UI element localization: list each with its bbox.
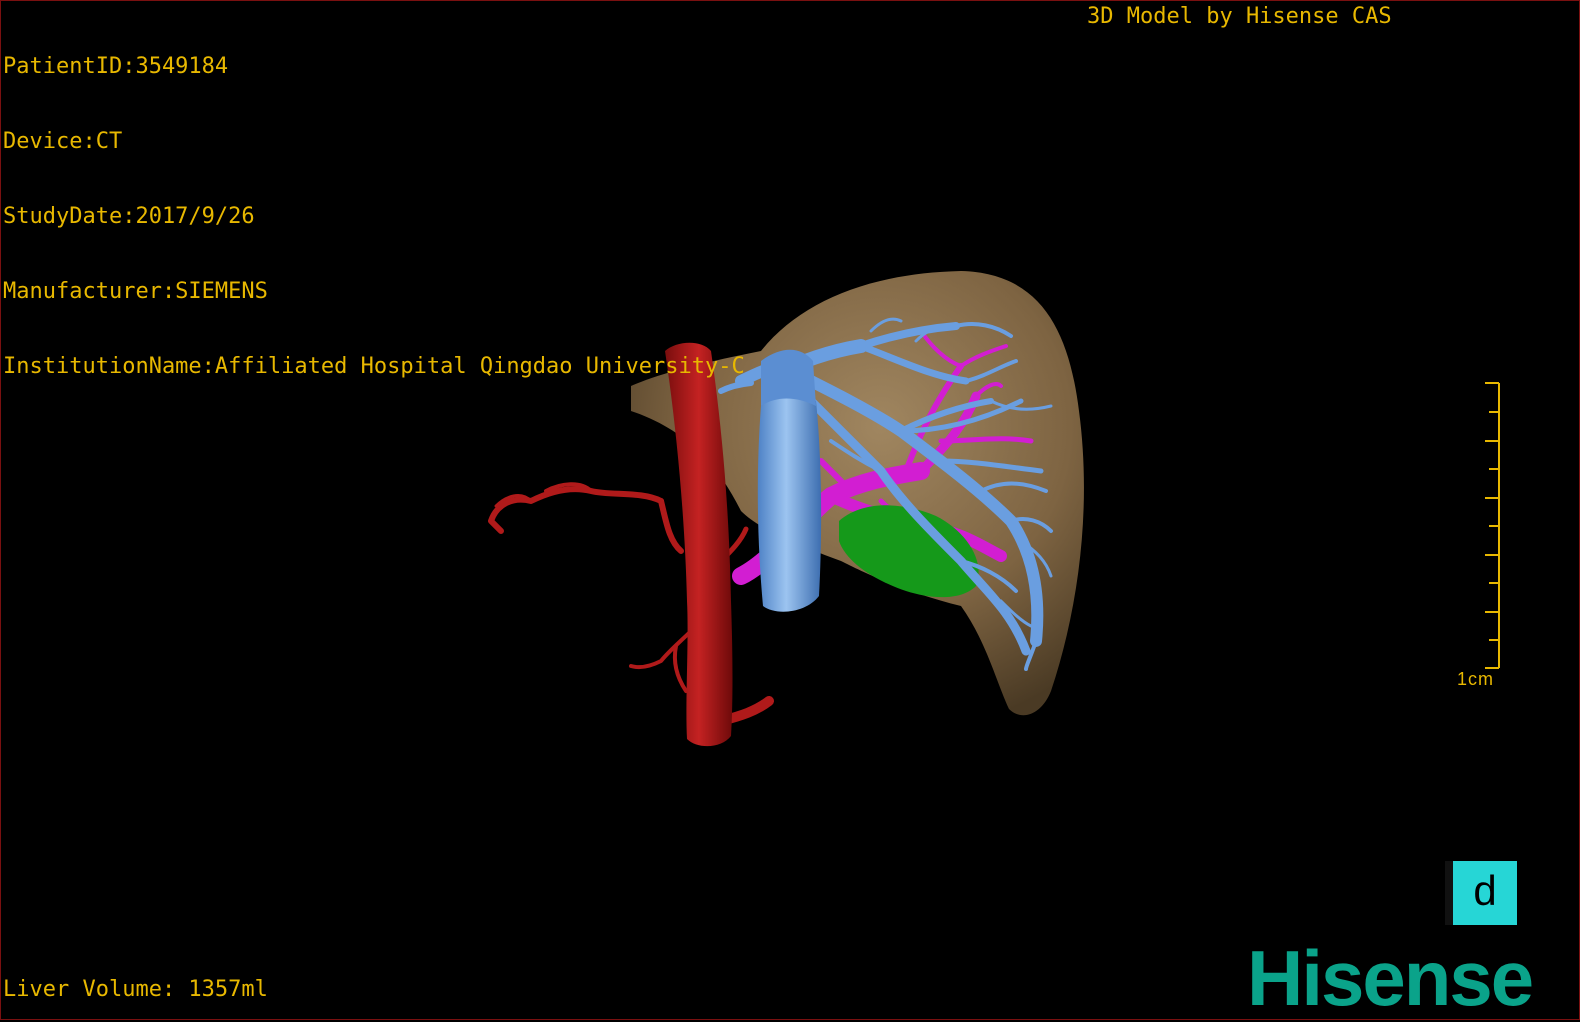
view-mode-button[interactable]: d [1445,861,1517,925]
patient-id: PatientID:3549184 [3,54,229,79]
scale-bar [1485,382,1500,669]
model-credit: 3D Model by Hisense CAS [1087,4,1392,29]
scale-bar-label: 1cm [1457,669,1495,689]
3d-viewport[interactable]: PatientID:3549184 Device:CT StudyDate:20… [0,0,1580,1020]
view-mode-label: d [1473,867,1497,914]
inferior-vena-cava [757,397,822,612]
institution-name: InstitutionName:Affiliated Hospital Qing… [3,354,745,379]
study-date: StudyDate:2017/9/26 [3,204,255,229]
liver-volume: Liver Volume: 1357ml [3,977,268,1002]
device: Device:CT [3,129,123,154]
dicom-info-overlay: PatientID:3549184 Device:CT StudyDate:20… [3,4,745,429]
manufacturer: Manufacturer:SIEMENS [3,279,268,304]
hisense-logo: Hisense [1247,934,1534,1022]
